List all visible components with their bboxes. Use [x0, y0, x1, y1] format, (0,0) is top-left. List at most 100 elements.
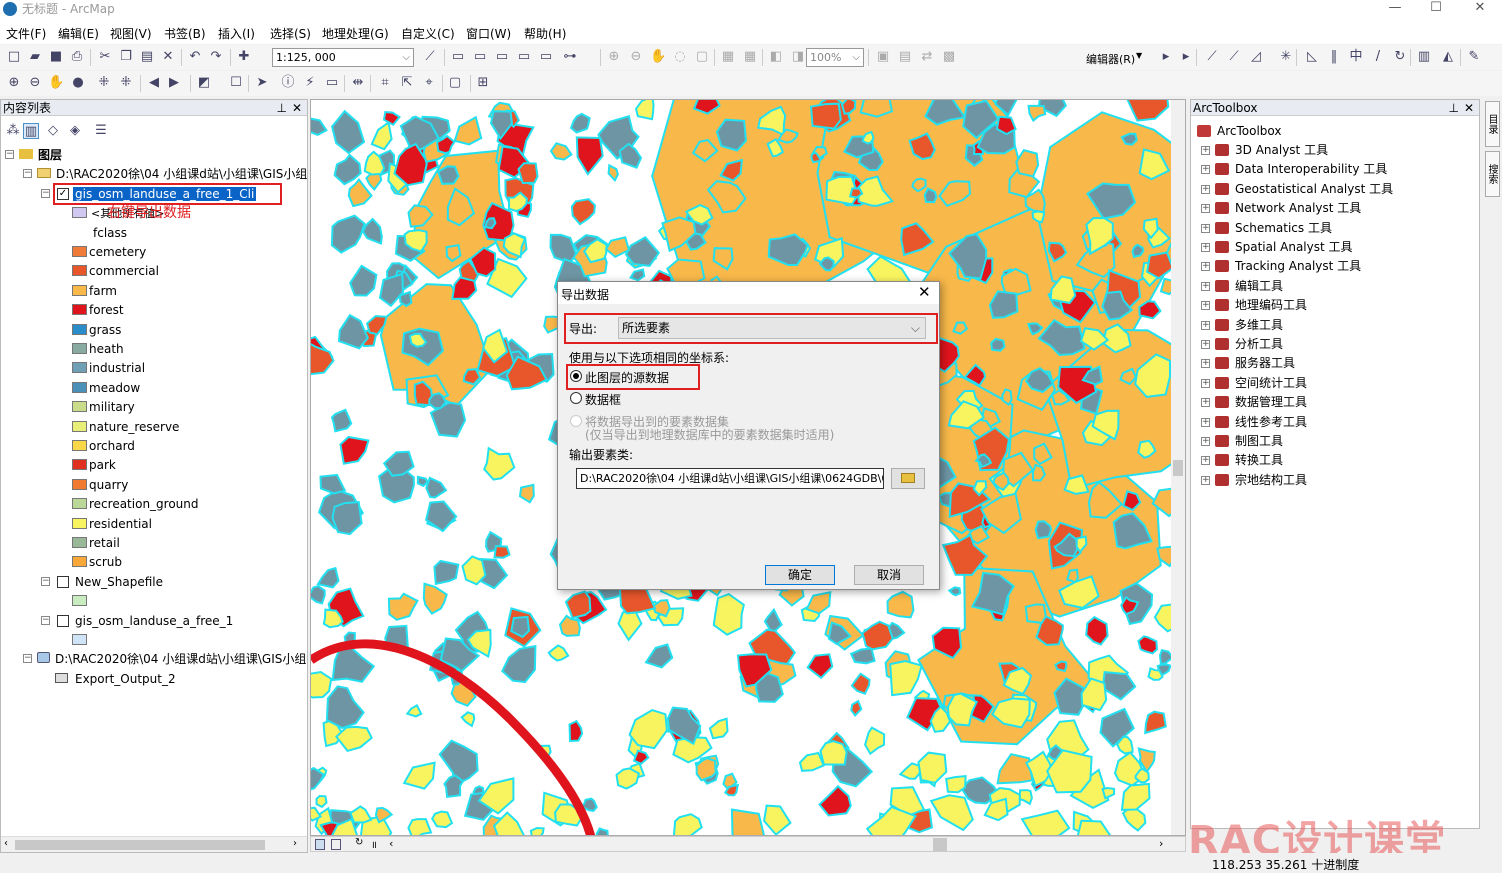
legend-swatch[interactable] [72, 595, 87, 607]
toolbox-item[interactable]: 空间统计工具 [1235, 374, 1307, 392]
landuse-polygon[interactable] [798, 751, 826, 772]
cut-icon[interactable]: ✂ [97, 49, 113, 65]
landuse-polygon[interactable] [618, 142, 643, 169]
toolbox-item[interactable]: Geostatistical Analyst 工具 [1235, 180, 1393, 198]
expand-toggle-icon[interactable]: + [1201, 398, 1210, 408]
legend-swatch[interactable] [72, 537, 87, 548]
expand-toggle-icon[interactable]: + [1201, 456, 1210, 466]
landuse-polygon[interactable] [617, 608, 643, 642]
landuse-polygon[interactable] [1024, 603, 1047, 624]
layer-new-shapefile[interactable]: New_Shapefile [75, 573, 163, 591]
list-by-source-icon[interactable]: ▥ [23, 123, 39, 139]
toolbox-item[interactable]: 制图工具 [1235, 432, 1283, 450]
legend-item[interactable]: retail [89, 534, 120, 552]
legend-swatch[interactable] [72, 343, 87, 354]
pin-icon[interactable]: ⊥ [1449, 100, 1459, 116]
landuse-polygon[interactable] [1085, 615, 1109, 646]
option-source-data[interactable]: 此图层的源数据 [585, 369, 669, 386]
change-layout-icon[interactable]: ⇄ [919, 49, 935, 65]
toolbox-item[interactable]: Spatial Analyst 工具 [1235, 238, 1353, 256]
cut-polygons-icon[interactable]: ✳ [1278, 49, 1294, 65]
forward-extent-icon[interactable]: ◨ [790, 49, 806, 65]
close-window-button[interactable]: ✕ [1460, 0, 1500, 18]
landuse-polygon[interactable] [460, 711, 476, 728]
minimize-button[interactable]: — [1375, 0, 1415, 18]
scrollbar-thumb[interactable] [15, 840, 265, 850]
expand-toggle-icon[interactable]: + [1201, 475, 1210, 485]
layer-visibility-checkbox[interactable] [57, 614, 69, 627]
landuse-polygon[interactable] [864, 726, 886, 756]
toolbox-icon[interactable]: ▭ [516, 49, 532, 65]
catalog-icon[interactable]: ▭ [472, 49, 488, 65]
landuse-polygon[interactable] [996, 753, 1034, 785]
legend-swatch[interactable] [72, 420, 87, 432]
landuse-polygon[interactable] [453, 115, 483, 146]
legend-swatch[interactable] [72, 265, 87, 277]
expand-toggle-icon[interactable]: + [1201, 378, 1210, 388]
landuse-polygon[interactable] [570, 198, 596, 226]
landuse-polygon[interactable] [763, 607, 783, 633]
pin-icon[interactable]: ⊥ [277, 100, 287, 116]
landuse-polygon[interactable] [634, 100, 655, 121]
forward-icon[interactable]: ▶ [166, 75, 182, 91]
legend-item[interactable]: scrub [89, 553, 122, 571]
expand-toggle-icon[interactable]: + [1201, 417, 1210, 427]
legend-swatch[interactable] [72, 634, 87, 645]
landuse-polygon[interactable] [1159, 277, 1180, 296]
landuse-polygon[interactable] [947, 586, 962, 597]
cancel-button[interactable]: 取消 [854, 565, 924, 585]
landuse-polygon[interactable] [501, 644, 537, 684]
landuse-polygon[interactable] [806, 653, 834, 680]
landuse-polygon[interactable] [1101, 786, 1116, 800]
toggle-draft-icon[interactable]: ▣ [875, 49, 891, 65]
measure-icon[interactable]: ⇹ [350, 75, 366, 91]
landuse-polygon[interactable] [819, 740, 848, 766]
legend-swatch[interactable] [72, 207, 87, 219]
landuse-polygon[interactable] [436, 165, 460, 185]
menu-item[interactable]: 地理处理(G) [322, 25, 389, 42]
landuse-polygon[interactable] [361, 217, 383, 245]
legend-swatch[interactable] [72, 362, 87, 374]
legend-item[interactable]: recreation_ground [89, 495, 199, 513]
menu-item[interactable]: 窗口(W) [466, 25, 511, 42]
expand-toggle-icon[interactable]: + [1201, 301, 1210, 311]
toc-horizontal-scrollbar[interactable]: ‹ › [1, 836, 307, 852]
toolbox-item[interactable]: 宗地结构工具 [1235, 471, 1307, 489]
landuse-polygon[interactable] [339, 435, 370, 465]
landuse-polygon[interactable] [730, 808, 765, 836]
expand-toggle-icon[interactable]: + [1201, 262, 1210, 272]
straight-segment-icon[interactable]: ⟋ [1204, 49, 1220, 65]
scroll-right-icon[interactable]: › [293, 838, 297, 849]
landuse-polygon[interactable] [547, 644, 570, 662]
scroll-left-icon[interactable]: ‹ [4, 838, 8, 849]
list-by-visibility-icon[interactable]: ◇ [45, 123, 61, 139]
scrollbar-thumb[interactable] [933, 838, 947, 851]
legend-swatch[interactable] [72, 401, 87, 413]
menu-item[interactable]: 文件(F) [6, 25, 46, 42]
export-select[interactable]: 所选要素 ⌵ [618, 317, 926, 339]
toolbox-item[interactable]: 地理编码工具 [1235, 296, 1307, 314]
zoom-100-icon[interactable]: ▢ [694, 49, 710, 65]
radio-source-data[interactable] [570, 370, 582, 382]
layers-root[interactable]: 图层 [19, 146, 62, 164]
legend-swatch[interactable] [72, 556, 87, 568]
add-data-icon[interactable]: ✚ [236, 49, 252, 65]
landuse-polygon[interactable] [425, 476, 448, 499]
landuse-polygon[interactable] [518, 483, 535, 504]
landuse-polygon[interactable] [443, 774, 465, 799]
landuse-polygon[interactable] [672, 813, 703, 836]
landuse-polygon[interactable] [325, 685, 365, 729]
toolbox-root[interactable]: ArcToolbox [1197, 122, 1281, 140]
menu-item[interactable]: 插入(I) [218, 25, 255, 42]
toolbox-item[interactable]: Data Interoperability 工具 [1235, 160, 1387, 178]
editor-menu[interactable]: 编辑器(R) [1086, 51, 1135, 67]
landuse-polygon[interactable] [849, 647, 876, 665]
expand-toggle-icon[interactable]: + [1201, 243, 1210, 252]
landuse-polygon[interactable] [1015, 149, 1040, 178]
landuse-polygon[interactable] [809, 102, 842, 130]
reshape-icon[interactable]: ‖ [1326, 49, 1342, 65]
standalone-table[interactable]: Export_Output_2 [55, 670, 176, 688]
scale-combo[interactable]: 1:125, 000 ⌵ [272, 48, 414, 67]
back-extent-icon[interactable]: ◧ [768, 49, 784, 65]
landuse-polygon[interactable] [917, 751, 948, 784]
